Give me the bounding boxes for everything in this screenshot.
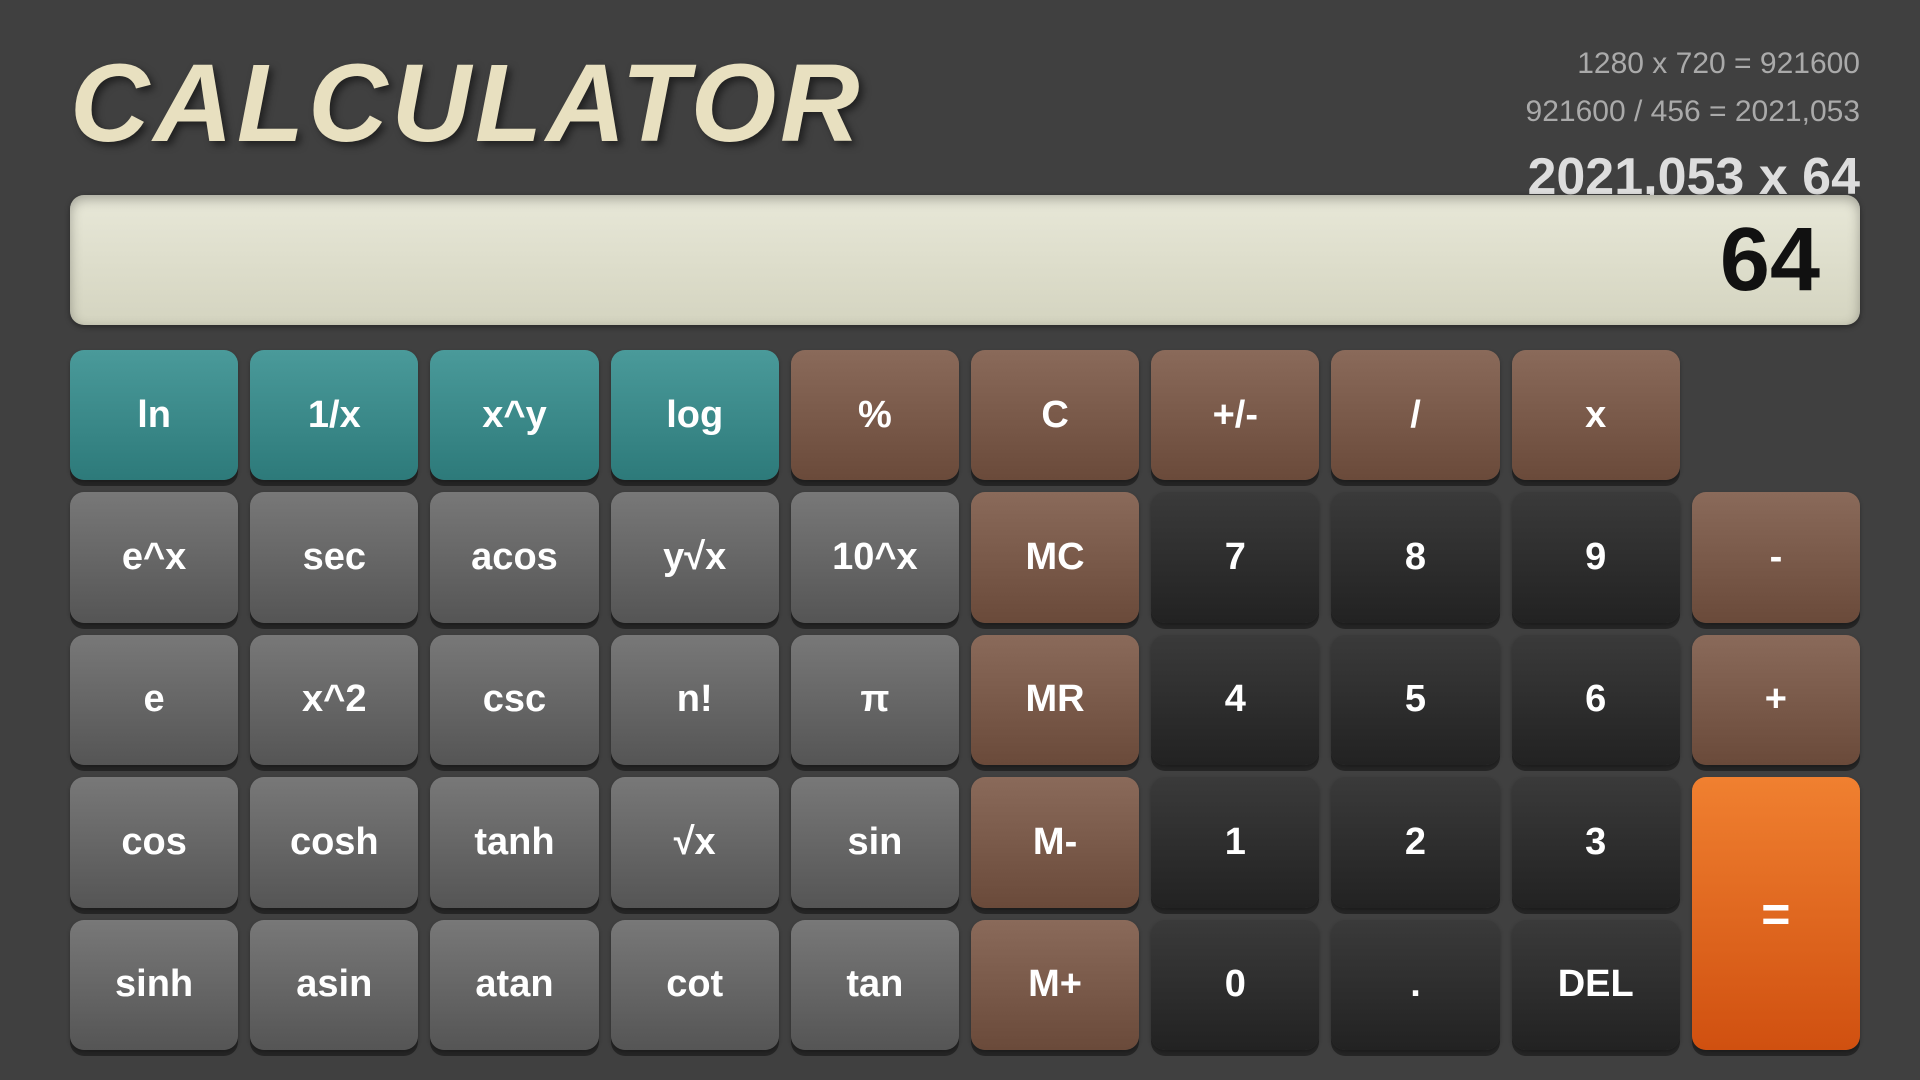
btn-acos[interactable]: acos — [430, 492, 598, 622]
btn-pct[interactable]: % — [791, 350, 959, 480]
btn-n7[interactable]: 7 — [1151, 492, 1319, 622]
btn-n1[interactable]: 1 — [1151, 777, 1319, 907]
btn-n4[interactable]: 4 — [1151, 635, 1319, 765]
btn-negate[interactable]: +/- — [1151, 350, 1319, 480]
btn-fact[interactable]: n! — [611, 635, 779, 765]
btn-yrootx[interactable]: y√x — [611, 492, 779, 622]
btn-mc[interactable]: MC — [971, 492, 1139, 622]
info-line2: 921600 / 456 = 2021,053 — [1526, 88, 1860, 136]
info-panel: 1280 x 720 = 921600 921600 / 456 = 2021,… — [1526, 40, 1860, 219]
btn-n6[interactable]: 6 — [1512, 635, 1680, 765]
btn-div[interactable]: / — [1331, 350, 1499, 480]
btn-xpowy[interactable]: x^y — [430, 350, 598, 480]
btn-sub[interactable]: - — [1692, 492, 1860, 622]
btn-mr[interactable]: MR — [971, 635, 1139, 765]
btn-n2[interactable]: 2 — [1331, 777, 1499, 907]
btn-equals[interactable]: = — [1692, 777, 1860, 1050]
btn-n0[interactable]: 0 — [1151, 920, 1319, 1050]
btn-csc[interactable]: csc — [430, 635, 598, 765]
btn-tanh[interactable]: tanh — [430, 777, 598, 907]
btn-n3[interactable]: 3 — [1512, 777, 1680, 907]
display: 64 — [70, 195, 1860, 325]
btn-mul[interactable]: x — [1512, 350, 1680, 480]
info-line1: 1280 x 720 = 921600 — [1526, 40, 1860, 88]
btn-asin[interactable]: asin — [250, 920, 418, 1050]
btn-n8[interactable]: 8 — [1331, 492, 1499, 622]
btn-add[interactable]: + — [1692, 635, 1860, 765]
btn-log[interactable]: log — [611, 350, 779, 480]
btn-xpow2[interactable]: x^2 — [250, 635, 418, 765]
btn-mminus[interactable]: M- — [971, 777, 1139, 907]
btn-pi[interactable]: π — [791, 635, 959, 765]
btn-inv[interactable]: 1/x — [250, 350, 418, 480]
btn-e[interactable]: e — [70, 635, 238, 765]
btn-clr[interactable]: C — [971, 350, 1139, 480]
btn-sin[interactable]: sin — [791, 777, 959, 907]
btn-cosh[interactable]: cosh — [250, 777, 418, 907]
button-grid: ln1/xx^ylog%C+/-/x e^xsecacosy√x10^xMC789… — [70, 350, 1860, 1050]
btn-cos[interactable]: cos — [70, 777, 238, 907]
display-value: 64 — [1720, 209, 1820, 312]
btn-n9[interactable]: 9 — [1512, 492, 1680, 622]
calculator-app: CALCULATOR 1280 x 720 = 921600 921600 / … — [0, 0, 1920, 1080]
btn-sqrt[interactable]: √x — [611, 777, 779, 907]
btn-sec[interactable]: sec — [250, 492, 418, 622]
btn-cot[interactable]: cot — [611, 920, 779, 1050]
app-title: CALCULATOR — [70, 40, 864, 167]
btn-epowx[interactable]: e^x — [70, 492, 238, 622]
btn-ln[interactable]: ln — [70, 350, 238, 480]
btn-atan[interactable]: atan — [430, 920, 598, 1050]
btn-dot[interactable]: . — [1331, 920, 1499, 1050]
btn-n5[interactable]: 5 — [1331, 635, 1499, 765]
btn-mplus[interactable]: M+ — [971, 920, 1139, 1050]
btn-tenpowx[interactable]: 10^x — [791, 492, 959, 622]
btn-tan[interactable]: tan — [791, 920, 959, 1050]
btn-sinh[interactable]: sinh — [70, 920, 238, 1050]
btn-del[interactable]: DEL — [1512, 920, 1680, 1050]
